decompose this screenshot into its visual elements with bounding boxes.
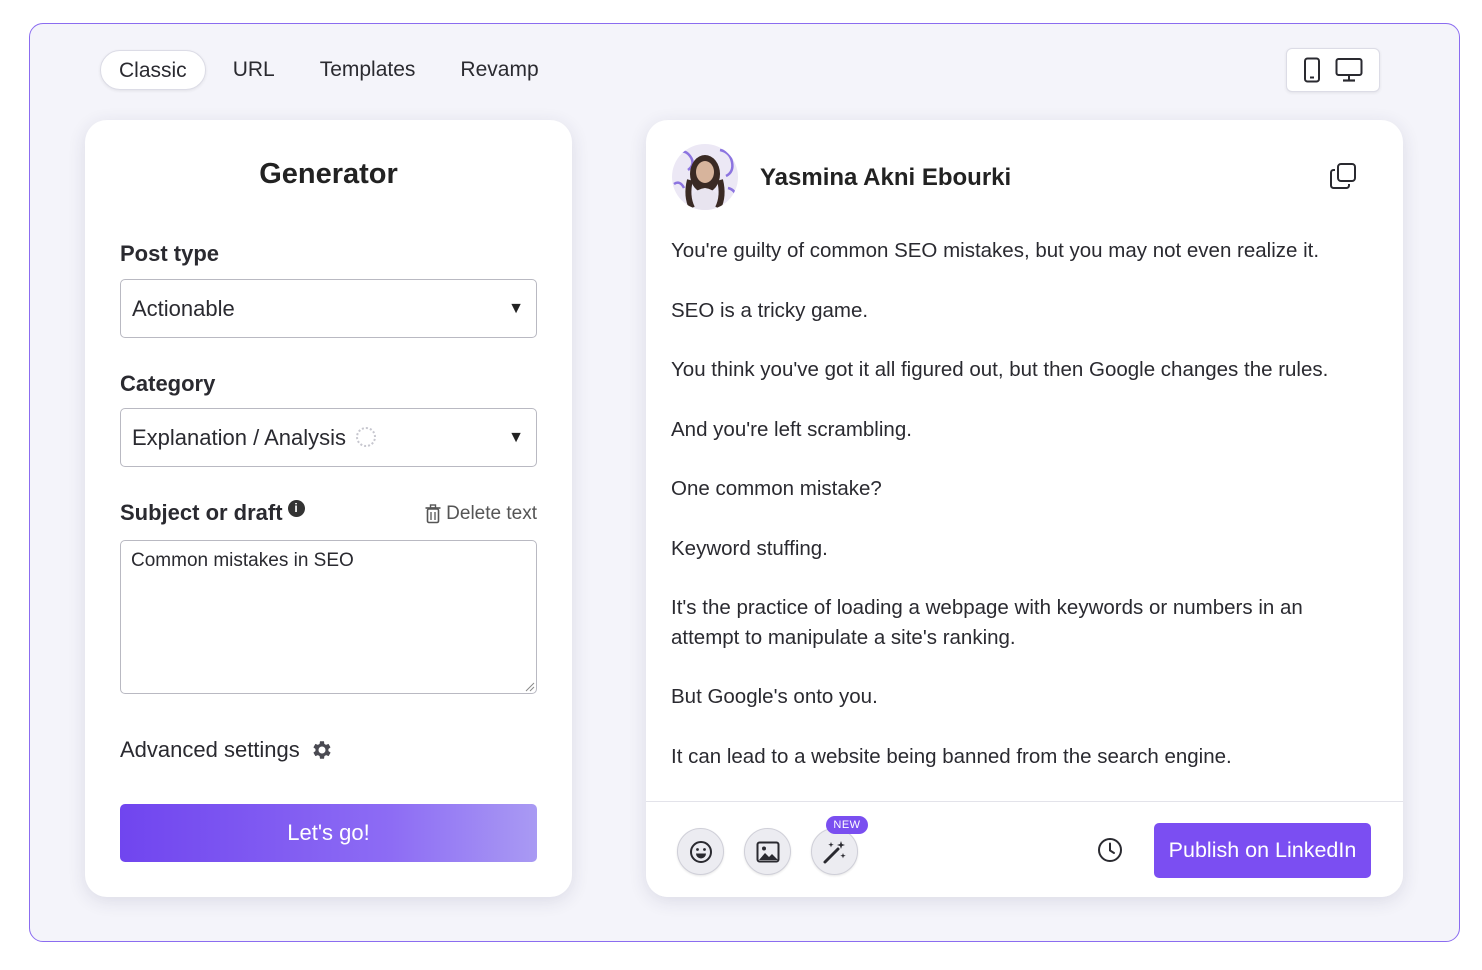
image-button[interactable] <box>744 828 791 875</box>
emoji-button[interactable] <box>677 828 724 875</box>
emoji-icon <box>689 840 712 863</box>
post-content[interactable]: You're guilty of common SEO mistakes, bu… <box>671 236 1371 801</box>
post-paragraph: Keyword stuffing. <box>671 536 828 560</box>
advanced-settings-label: Advanced settings <box>120 737 300 762</box>
info-icon[interactable]: i <box>287 500 305 517</box>
post-paragraph: You think you've got it all figured out,… <box>671 358 1329 381</box>
generator-panel: Generator Post type Actionable ▼ Categor… <box>85 120 572 897</box>
delete-text-label: Delete text <box>446 503 537 524</box>
trash-icon <box>425 504 441 524</box>
post-preview-panel: Yasmina Akni Ebourki You're guilty of co… <box>646 120 1403 897</box>
author-name: Yasmina Akni Ebourki <box>760 164 1012 191</box>
image-icon <box>756 841 779 862</box>
lets-go-button[interactable]: Let's go! <box>120 804 537 862</box>
subject-textarea[interactable]: Common mistakes in SEO <box>120 540 537 694</box>
category-value: Explanation / Analysis <box>132 425 347 450</box>
new-badge: NEW <box>826 816 868 834</box>
post-type-label: Post type <box>120 241 220 266</box>
post-paragraph: One common mistake? <box>671 477 882 500</box>
post-paragraph: And you're left scrambling. <box>671 417 912 441</box>
post-paragraph: SEO is a tricky game. <box>671 298 869 322</box>
desktop-icon[interactable] <box>1335 57 1363 83</box>
post-type-select[interactable]: Actionable ▼ <box>120 279 537 338</box>
ai-magic-button[interactable] <box>811 828 858 875</box>
post-paragraph: You're guilty of common SEO mistakes, bu… <box>671 239 1320 262</box>
tab-classic[interactable]: Classic <box>100 50 206 90</box>
dropdown-arrow-icon: ▼ <box>508 300 524 317</box>
post-paragraph: It can lead to a website being banned fr… <box>671 744 1232 768</box>
gear-icon <box>313 741 331 759</box>
tab-revamp[interactable]: Revamp <box>442 50 556 90</box>
dropdown-arrow-icon: ▼ <box>508 429 524 446</box>
post-paragraph: It's the practice of loading a webpage w… <box>671 596 1303 649</box>
post-type-value: Actionable <box>132 296 235 321</box>
subject-label: Subject or draft <box>120 500 283 525</box>
avatar <box>672 144 738 210</box>
loading-spinner-icon <box>356 427 377 448</box>
category-select[interactable]: Explanation / Analysis ▼ <box>120 408 537 467</box>
publish-linkedin-button[interactable]: Publish on LinkedIn <box>1154 823 1371 878</box>
generator-title: Generator <box>259 158 398 190</box>
device-toggle <box>1286 48 1380 92</box>
category-label: Category <box>120 371 216 396</box>
schedule-clock-icon[interactable] <box>1097 837 1123 868</box>
post-paragraph: But Google's onto you. <box>671 685 878 708</box>
tab-templates[interactable]: Templates <box>302 50 434 90</box>
resize-handle-icon[interactable] <box>525 682 535 692</box>
tab-url[interactable]: URL <box>215 50 293 90</box>
copy-icon[interactable] <box>1329 162 1357 195</box>
mobile-icon[interactable] <box>1303 57 1321 83</box>
advanced-settings-toggle[interactable]: Advanced settings <box>120 737 334 763</box>
mode-tabs: Classic URL Templates Revamp <box>100 49 566 91</box>
subject-label-row: Subject or draft i <box>120 500 305 526</box>
post-toolbar: NEW Publish on LinkedIn <box>646 801 1403 897</box>
magic-wand-icon <box>823 840 846 863</box>
delete-text-button[interactable]: Delete text <box>425 503 537 525</box>
